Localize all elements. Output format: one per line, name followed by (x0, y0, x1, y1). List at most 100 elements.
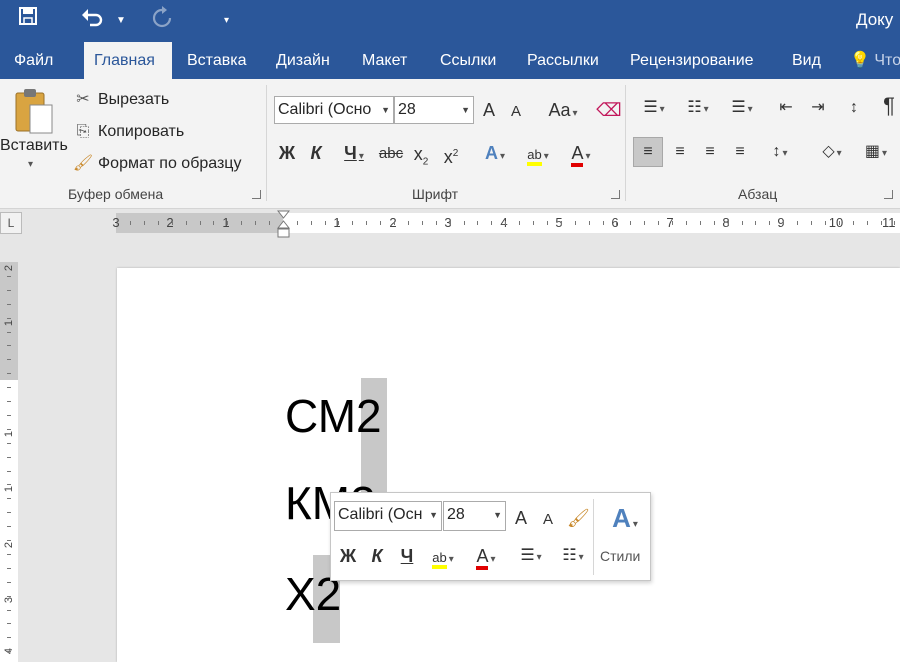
align-center-icon[interactable]: ≡ (666, 139, 694, 165)
borders-icon[interactable]: ▦ (856, 139, 896, 165)
tab-home[interactable]: Главная (84, 42, 172, 79)
vertical-ruler-tick (7, 623, 11, 624)
redo-icon[interactable] (152, 6, 172, 35)
tab-references[interactable]: Ссылки (430, 42, 506, 79)
ruler-number: 1 (333, 215, 341, 230)
scissors-icon: ✂ (76, 91, 90, 108)
paste-dropdown-icon[interactable]: ▾ (28, 159, 33, 170)
text-effects-button[interactable]: A (476, 140, 514, 166)
vertical-ruler-tick (7, 498, 11, 499)
ruler-tick (505, 221, 506, 225)
ruler-tick (755, 221, 756, 225)
ruler-tick (130, 221, 131, 225)
mini-bold-button[interactable]: Ж (337, 543, 359, 569)
vertical-ruler-tick (7, 484, 11, 485)
tab-design[interactable]: Дизайн (266, 42, 340, 79)
decrease-indent-icon[interactable]: ⇤ (772, 95, 800, 121)
paragraph-launcher-icon[interactable] (884, 190, 893, 199)
tell-me-box[interactable]: 💡 Что (850, 42, 900, 79)
tab-view[interactable]: Вид (782, 42, 831, 79)
vertical-ruler-tick (7, 582, 11, 583)
bold-button[interactable]: Ж (276, 140, 298, 166)
mini-shrink-font-button[interactable]: A (539, 507, 557, 533)
tab-insert[interactable]: Вставка (177, 42, 256, 79)
mini-highlight-icon: ab (432, 550, 447, 569)
ruler-tick (658, 221, 659, 225)
save-icon[interactable] (18, 6, 38, 33)
mini-underline-button[interactable]: Ч (397, 543, 417, 569)
cut-button[interactable]: ✂ Вырезать (72, 88, 169, 112)
shading-icon[interactable]: ◇ (812, 139, 852, 165)
superscript-glyph: x (443, 147, 453, 167)
paste-button[interactable]: Вставить (0, 137, 68, 155)
clear-formatting-icon[interactable]: ⌫ (596, 97, 622, 123)
superscript-button[interactable]: x2 (440, 141, 462, 167)
ruler-tick (338, 221, 339, 225)
highlight-icon: ab (527, 147, 542, 166)
tab-file[interactable]: Файл (4, 42, 63, 79)
mini-font-color-button[interactable]: A (467, 543, 505, 570)
line-spacing-icon[interactable]: ↕ (760, 139, 800, 165)
highlight-button[interactable]: ab (518, 140, 558, 166)
align-right-icon[interactable]: ≡ (696, 139, 724, 165)
mini-font-size-combo[interactable]: 28 ▼ (443, 501, 506, 531)
mini-format-painter-icon[interactable]: 🖌 (567, 505, 590, 531)
grow-font-button[interactable]: A (478, 97, 500, 123)
subscript-glyph: x (413, 144, 423, 164)
subscript-button[interactable]: x2 (410, 141, 432, 168)
document-page[interactable] (117, 268, 900, 662)
justify-icon[interactable]: ≡ (726, 139, 754, 165)
format-painter-label: Формат по образцу (98, 155, 242, 172)
mini-styles-label[interactable]: Стили (600, 548, 640, 564)
ruler-number: 2 (166, 215, 174, 230)
ruler-tick (575, 221, 576, 225)
mini-font-color-icon: A (476, 546, 489, 570)
vertical-ruler-tick (7, 429, 11, 430)
font-size-combo[interactable]: 28 ▼ (394, 96, 474, 124)
mini-bullets-icon[interactable]: ☰ (511, 543, 551, 569)
change-case-button[interactable]: Aa (542, 97, 584, 123)
paste-icon[interactable] (12, 87, 58, 137)
mini-italic-button[interactable]: К (367, 543, 387, 569)
tab-selector[interactable]: L (0, 212, 22, 234)
font-color-button[interactable]: A (562, 140, 600, 167)
mini-font-name-value: Calibri (Осн (338, 506, 423, 523)
mini-font-name-combo[interactable]: Calibri (Осн ▼ (334, 501, 442, 531)
show-marks-button[interactable]: ¶ (878, 93, 900, 119)
increase-indent-icon[interactable]: ⇥ (804, 95, 832, 121)
tab-mailings[interactable]: Рассылки (517, 42, 609, 79)
undo-icon[interactable] (80, 6, 104, 35)
sort-icon[interactable]: ↕ (842, 95, 866, 121)
strikethrough-button[interactable]: abc (376, 141, 406, 167)
bullets-icon[interactable]: ☰ (634, 95, 674, 121)
title-bar: ▼ ▾ Доку (0, 0, 900, 42)
mini-numbering-icon[interactable]: ☷ (553, 543, 593, 569)
align-left-icon[interactable]: ≡ (633, 137, 663, 167)
font-launcher-icon[interactable] (611, 190, 620, 199)
mini-grow-font-button[interactable]: A (511, 505, 531, 531)
clipboard-launcher-icon[interactable] (252, 190, 261, 199)
underline-button[interactable]: Ч (336, 140, 372, 166)
italic-button[interactable]: К (306, 140, 326, 166)
format-painter-button[interactable]: 🖌 Формат по образцу (72, 152, 242, 176)
numbering-icon[interactable]: ☷ (678, 95, 718, 121)
document-line[interactable]: СМ2 (285, 388, 382, 444)
vertical-ruler-tick (7, 345, 11, 346)
ruler-tick (241, 221, 242, 225)
shrink-font-button[interactable]: A (506, 99, 526, 125)
customize-quick-access-icon[interactable]: ▾ (224, 8, 229, 34)
multilevel-list-icon[interactable]: ☰ (722, 95, 762, 121)
copy-icon: ⎘ (76, 123, 90, 140)
font-color-icon: A (571, 143, 584, 167)
ruler-tick (839, 221, 840, 225)
font-name-combo[interactable]: Calibri (Осно ▼ (274, 96, 394, 124)
copy-button[interactable]: ⎘ Копировать (72, 120, 185, 144)
mini-highlight-button[interactable]: ab (423, 543, 463, 569)
font-name-value: Calibri (Осно (278, 101, 372, 118)
document-title: Доку (856, 10, 894, 29)
indent-marker-icon[interactable] (276, 210, 291, 240)
tab-layout[interactable]: Макет (352, 42, 417, 79)
tab-review[interactable]: Рецензирование (620, 42, 764, 79)
mini-styles-icon[interactable]: A (603, 501, 647, 535)
undo-dropdown-icon[interactable]: ▼ (116, 8, 126, 34)
